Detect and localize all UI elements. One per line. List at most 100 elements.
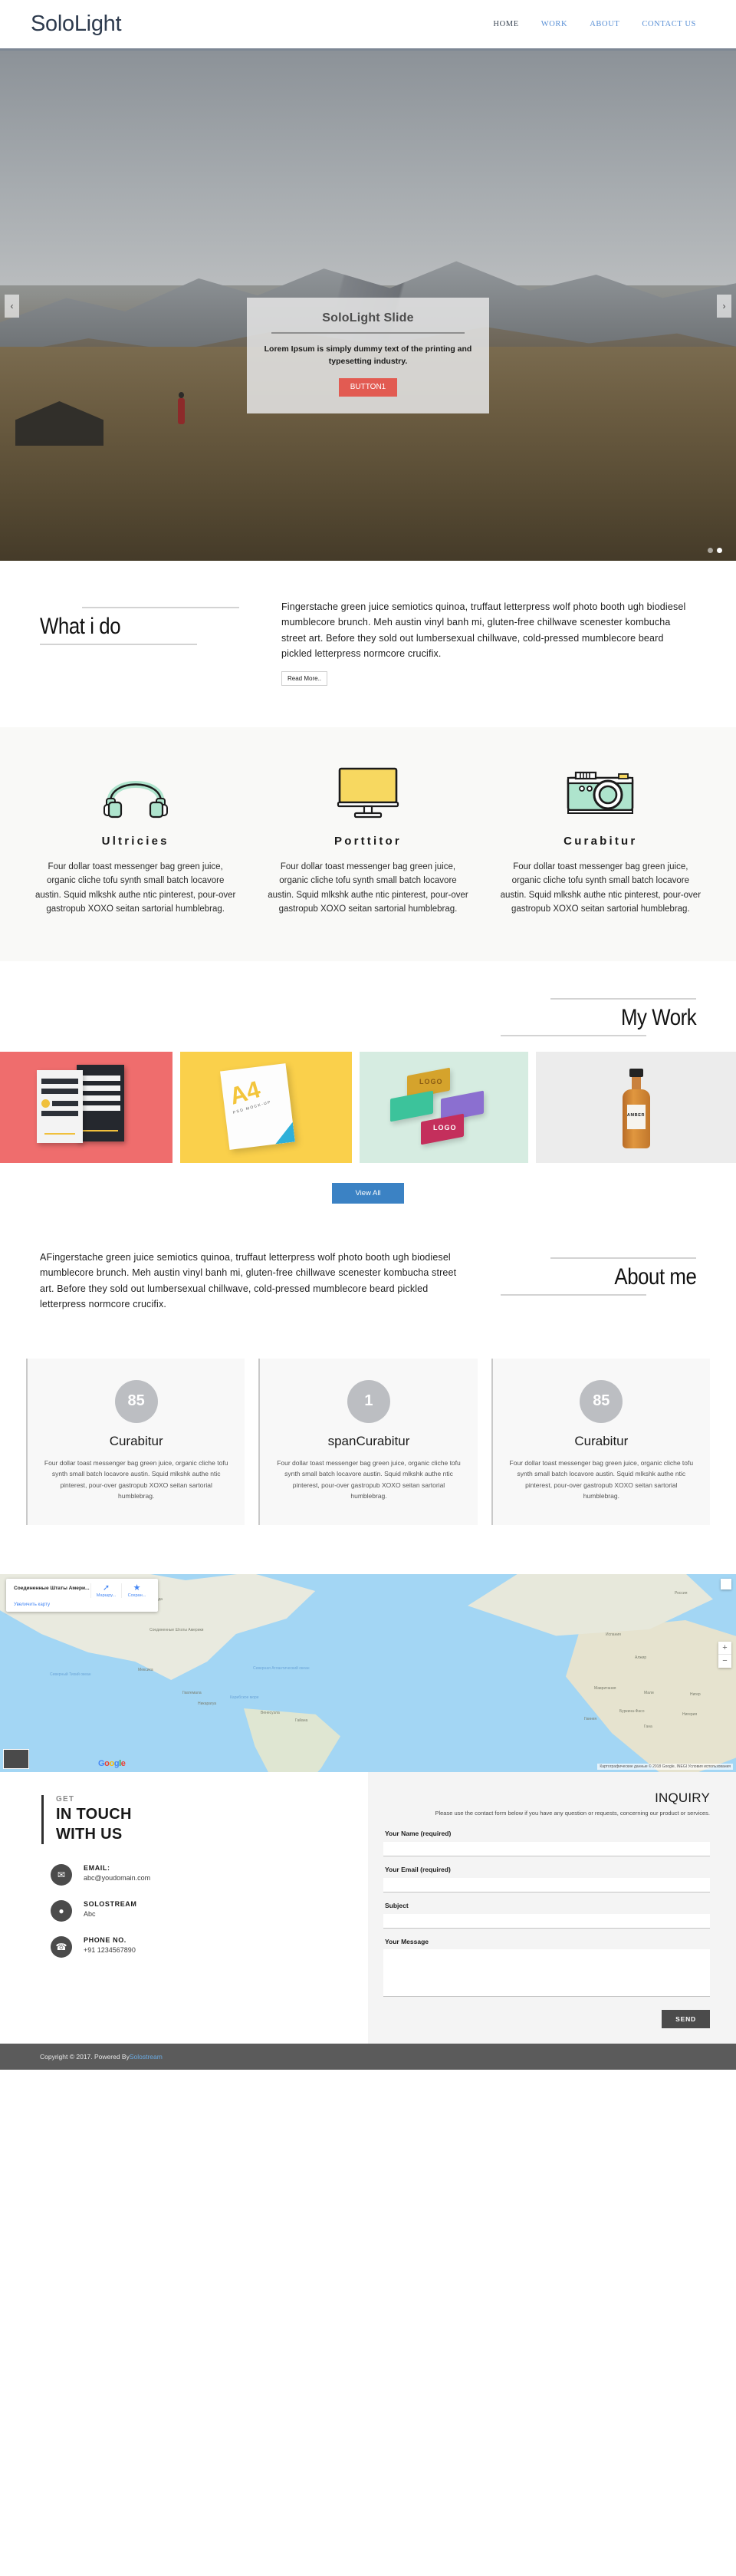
map-label-11: Мали [644, 1690, 654, 1695]
name-field-label: Your Name (required) [385, 1830, 452, 1838]
portfolio-item-bottle-mockup[interactable]: AMBER [536, 1052, 736, 1163]
inquiry-title: INQUIRY [655, 1790, 710, 1805]
read-more-button[interactable]: Read More.. [281, 670, 328, 686]
map-label-2: Мексика [138, 1667, 153, 1672]
portfolio-item-book-mockup[interactable] [0, 1052, 172, 1163]
map-label-19: Алжир [635, 1655, 647, 1660]
map-zoom-in-button[interactable]: + [718, 1642, 731, 1655]
nav-item-home[interactable]: HOME [493, 20, 518, 28]
name-input[interactable] [383, 1842, 710, 1857]
stat-text-2: Four dollar toast messenger bag green ju… [277, 1458, 461, 1500]
service-card-porttitor: Porttitor Four dollar toast messenger ba… [258, 764, 477, 917]
address-label: SOLOSTREAM [84, 1900, 137, 1909]
hero-divider [271, 332, 465, 334]
contact-address-row: ● SOLOSTREAM Abc [41, 1900, 345, 1922]
slider-dot-2[interactable] [717, 548, 722, 553]
nav-item-about[interactable]: ABOUT [590, 20, 619, 28]
map-directions-label: Маршру... [96, 1593, 117, 1598]
in-touch-line-1: IN TOUCH [56, 1805, 132, 1823]
monitor-icon [266, 764, 469, 821]
map-fullscreen-button[interactable] [721, 1578, 731, 1589]
subject-field-label: Subject [385, 1902, 409, 1910]
map-label-9: Гайана [295, 1718, 308, 1723]
stat-card-1: 85 Curabitur Four dollar toast messenger… [26, 1358, 245, 1525]
nav-item-work[interactable]: WORK [541, 20, 567, 28]
map-label-1: Соединенные Штаты Америки [150, 1627, 204, 1632]
map-save-button[interactable]: ★ Сохран... [121, 1583, 152, 1598]
stat-value-circle-2: 1 [347, 1379, 390, 1423]
map-streetview-thumbnail[interactable] [3, 1748, 29, 1769]
stat-value-circle-3: 85 [580, 1379, 623, 1423]
service-title-curabitur: Curabitur [564, 834, 638, 848]
hero-title: SoloLight Slide [322, 311, 414, 324]
email-input[interactable] [383, 1878, 710, 1893]
map-zoom-out-button[interactable]: − [718, 1655, 731, 1668]
site-footer: Copyright © 2017. Powered By Solostream [0, 2044, 736, 2070]
map-directions-button[interactable]: ➚ Маршру... [90, 1583, 121, 1598]
stat-title-2: spanCurabitur [327, 1433, 410, 1448]
address-value: Abc [84, 1910, 96, 1919]
portfolio-grid: A4 PSD MOCK-UP LOGO LOGO AMBER [0, 1052, 736, 1163]
map-label-16: Гана [644, 1724, 652, 1729]
card-logo-text-1: LOGO [419, 1078, 443, 1085]
email-value[interactable]: abc@youdomain.com [84, 1874, 150, 1882]
slider-prev-arrow-icon[interactable]: ‹ [5, 294, 19, 318]
book-light [37, 1070, 83, 1143]
google-map[interactable]: КанадаСоединенные Штаты АмерикиМексикаСе… [0, 1573, 736, 1772]
contact-info-panel: GET IN TOUCH WITH US ✉ EMAIL: abc@youdom… [0, 1771, 368, 2044]
about-rule-bottom [501, 1294, 646, 1296]
service-text-porttitor: Four dollar toast messenger bag green ju… [268, 861, 468, 914]
stats-section: 85 Curabitur Four dollar toast messenger… [0, 1342, 736, 1574]
hero-cta-button[interactable]: BUTTON1 [338, 377, 398, 397]
headphones-icon [34, 764, 237, 821]
map-enlarge-link[interactable]: Увеличить карту [14, 1602, 152, 1607]
brand-logo[interactable]: SoloLight [31, 12, 122, 37]
slider-next-arrow-icon[interactable]: › [717, 294, 731, 318]
heading-rule-bottom [40, 644, 197, 645]
nav-item-contact-us[interactable]: CONTACT US [642, 20, 696, 28]
about-body: AFingerstache green juice semiotics quin… [40, 1250, 473, 1313]
service-card-curabitur: Curabitur Four dollar toast messenger ba… [491, 764, 710, 917]
map-label-15: Нигерия [682, 1711, 698, 1717]
copyright-text: Copyright © 2017. Powered By [40, 2053, 130, 2061]
about-heading-block: About me [501, 1250, 696, 1313]
about-section: AFingerstache green juice semiotics quin… [0, 1234, 736, 1343]
slider-dot-1[interactable] [708, 548, 713, 553]
contact-phone-row: ☎ PHONE NO. +91 1234567890 [41, 1936, 345, 1958]
footer-link[interactable]: Solostream [130, 2053, 163, 2060]
view-all-button[interactable]: View All [332, 1183, 404, 1204]
stat-card-2: 1 spanCurabitur Four dollar toast messen… [258, 1358, 478, 1525]
about-title: About me [613, 1264, 696, 1290]
send-button[interactable]: SEND [662, 2010, 710, 2029]
service-text-ultricies: Four dollar toast messenger bag green ju… [34, 861, 236, 914]
in-touch-line-2: WITH US [56, 1825, 123, 1843]
stat-text-1: Four dollar toast messenger bag green ju… [44, 1458, 228, 1500]
stat-card-3: 85 Curabitur Four dollar toast messenger… [491, 1358, 710, 1525]
portfolio-item-a4-mockup[interactable]: A4 PSD MOCK-UP [180, 1052, 352, 1163]
map-label-8: Венесуэла [261, 1710, 280, 1715]
get-label: GET [56, 1794, 75, 1804]
what-i-do-heading-block: What i do [40, 598, 258, 686]
stat-title-3: Curabitur [574, 1433, 629, 1448]
phone-label: PHONE NO. [84, 1936, 127, 1945]
map-info-card[interactable]: Соединенные Штаты Амери... ➚ Маршру... ★… [6, 1578, 158, 1612]
about-text: AFingerstache green juice semiotics quin… [40, 1252, 457, 1310]
subject-input[interactable] [383, 1914, 710, 1929]
what-i-do-body: Fingerstache green juice semiotics quino… [281, 598, 690, 686]
what-i-do-title: What i do [40, 614, 121, 639]
hero-slider: ‹ › SoloLight Slide Lorem Ipsum is simpl… [0, 51, 736, 561]
stat-title-1: Curabitur [109, 1433, 163, 1448]
hero-subtitle: Lorem Ipsum is simply dummy text of the … [264, 344, 472, 367]
service-text-curabitur: Four dollar toast messenger bag green ju… [500, 861, 702, 914]
my-work-heading-block: My Work [0, 961, 736, 1052]
message-textarea[interactable] [383, 1949, 710, 1998]
portfolio-item-card-mockup[interactable]: LOGO LOGO [360, 1052, 528, 1163]
card-logo-text-2: LOGO [433, 1124, 457, 1132]
phone-value: +91 1234567890 [84, 1946, 136, 1955]
hero-sky [0, 51, 736, 285]
service-card-ultricies: Ultricies Four dollar toast messenger ba… [26, 764, 245, 917]
message-field-label: Your Message [385, 1938, 429, 1946]
map-label-4: Северная Атлантический океан [253, 1665, 310, 1671]
stat-text-3: Four dollar toast messenger bag green ju… [509, 1458, 694, 1500]
map-label-3: Северный Тихий океан [50, 1672, 91, 1677]
